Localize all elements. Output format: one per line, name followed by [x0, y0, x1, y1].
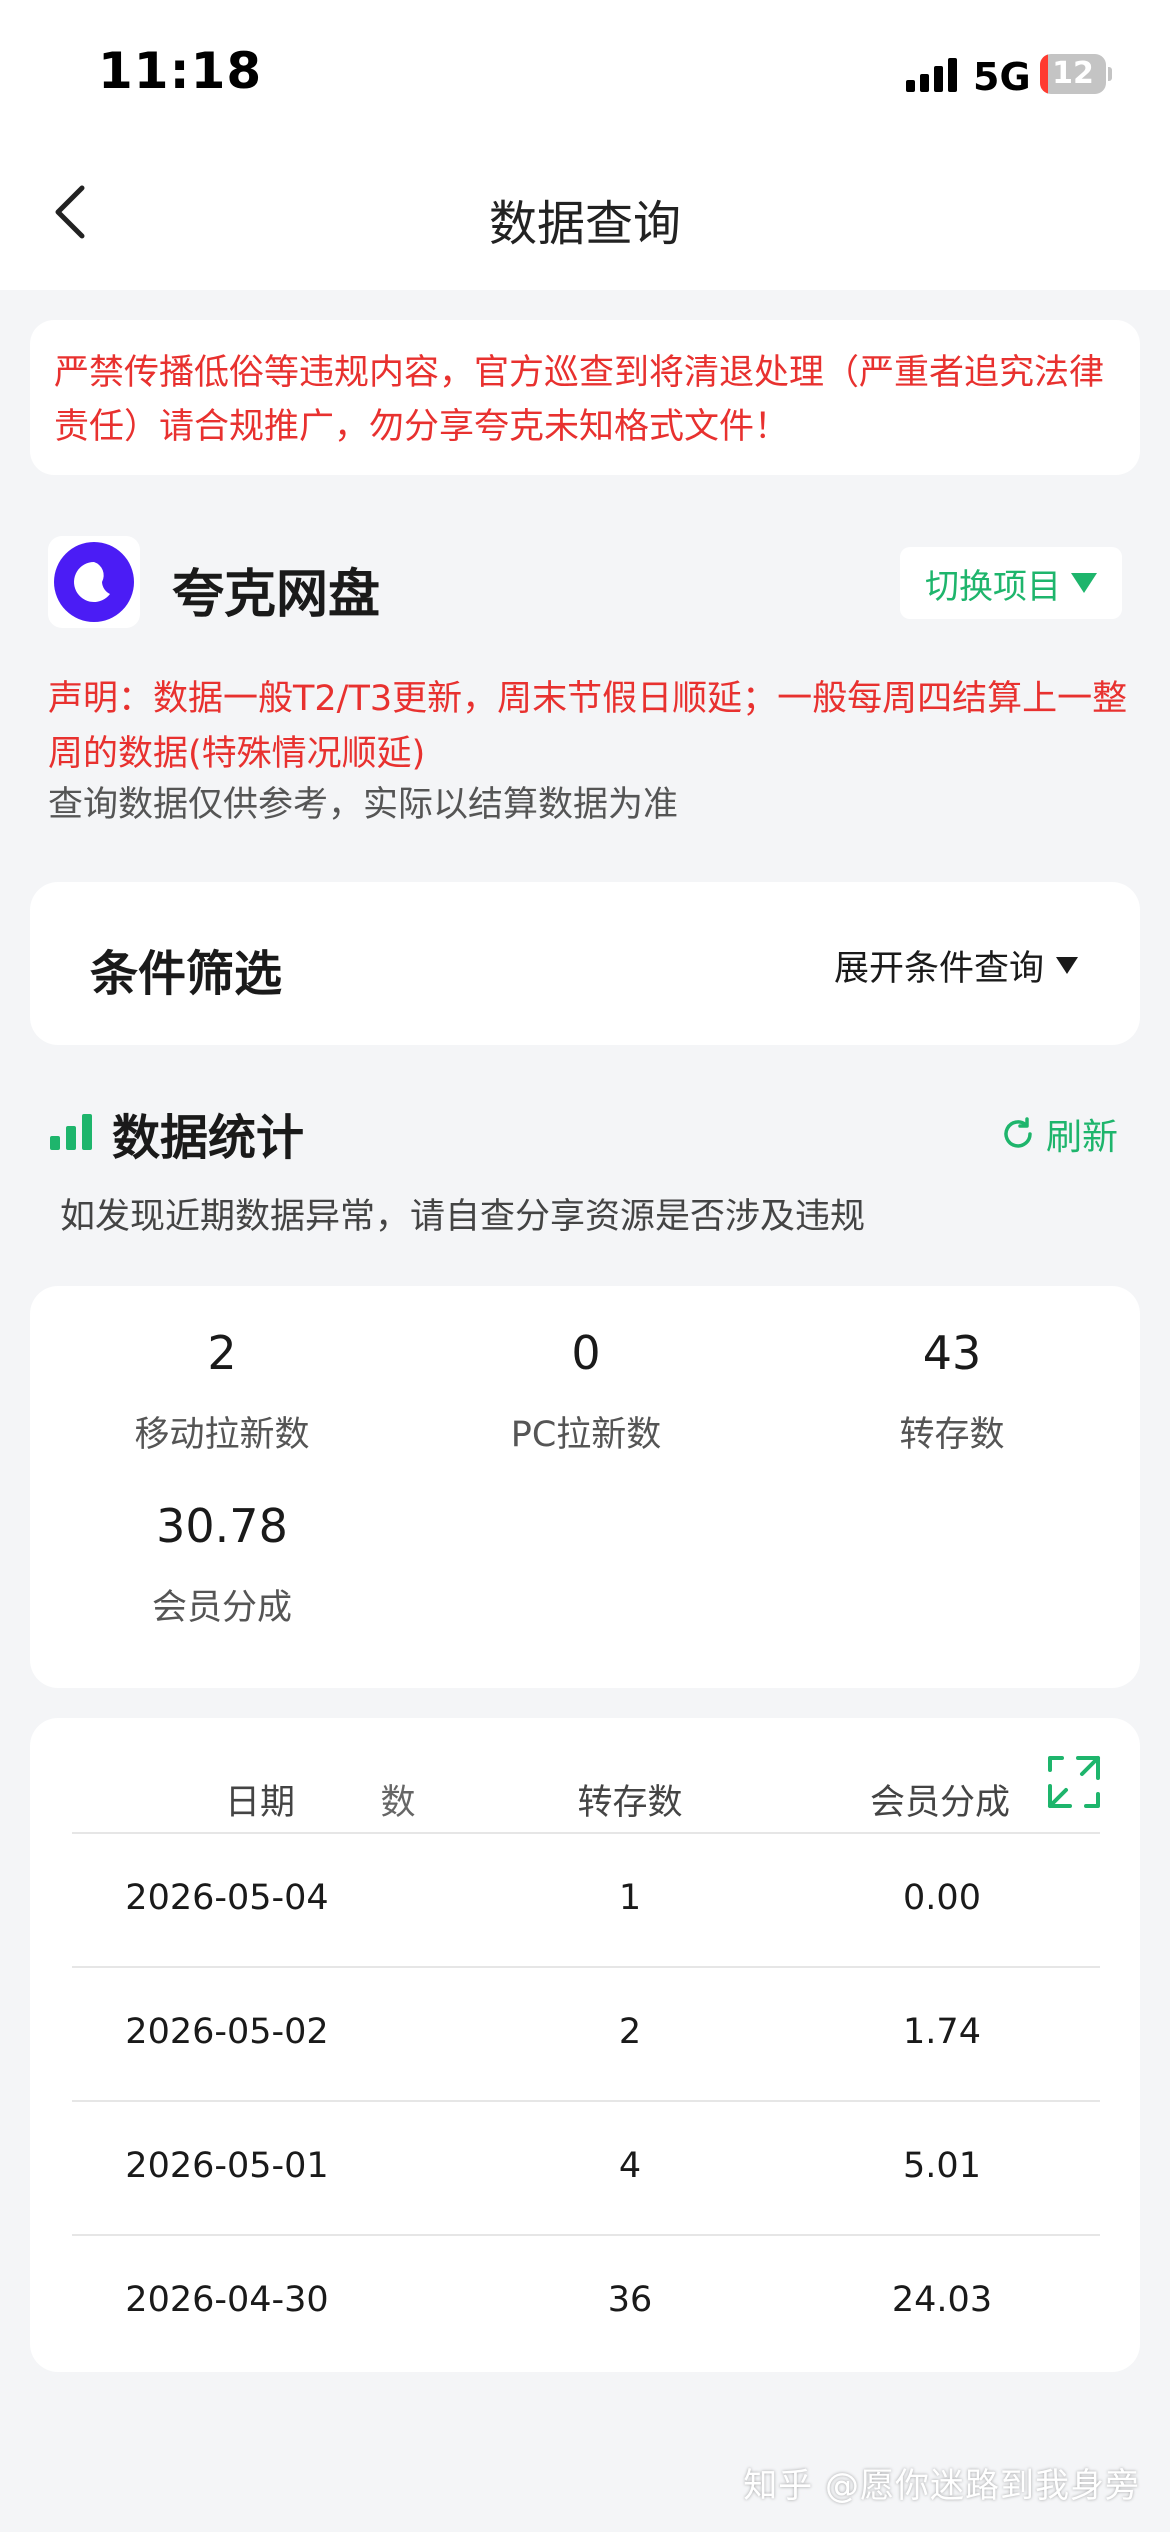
- stats-title: 数据统计: [112, 1110, 305, 1166]
- stat-saves: 43 转存数: [772, 1326, 1132, 1457]
- cell-member-share: 1.74: [903, 2012, 981, 2052]
- refresh-icon: [1004, 1117, 1032, 1148]
- signal-icon: [906, 56, 958, 92]
- expand-icon[interactable]: [1042, 1750, 1106, 1814]
- battery-icon: 12: [1040, 54, 1112, 94]
- table-row[interactable]: 2026-04-30 36 24.03: [72, 2234, 1100, 2368]
- stat-label: 移动拉新数: [134, 1415, 310, 1455]
- switch-project-button[interactable]: 切换项目: [900, 547, 1122, 619]
- stats-card: 2 移动拉新数 0 PC拉新数 43 转存数 30.78 会员分成: [30, 1286, 1140, 1688]
- battery-level: 12: [1052, 56, 1094, 91]
- cell-member-share: 0.00: [903, 1878, 981, 1918]
- table-row[interactable]: 2026-05-02 2 1.74: [72, 1966, 1100, 2100]
- cell-date: 2026-04-30: [125, 2280, 329, 2320]
- stat-value: 0: [571, 1326, 601, 1380]
- triangle-down-icon: [1071, 573, 1097, 593]
- filter-title: 条件筛选: [90, 946, 283, 1002]
- reference-note: 查询数据仅供参考，实际以结算数据为准: [48, 785, 679, 825]
- stat-value: 43: [922, 1326, 982, 1380]
- bar-chart-icon: [50, 1114, 94, 1150]
- column-header-member-share: 会员分成: [869, 1783, 1010, 1823]
- refresh-button[interactable]: 刷新: [1000, 1108, 1118, 1160]
- stat-label: 转存数: [899, 1415, 1005, 1455]
- data-table: 日期 数 转存数 会员分成 2026-05-04 1 0.00 2026-05-…: [30, 1718, 1140, 2372]
- watermark: 知乎 @愿你迷路到我身旁: [743, 2466, 1140, 2506]
- expand-filter-button[interactable]: 展开条件查询: [834, 940, 1078, 991]
- table-row[interactable]: 2026-05-04 1 0.00: [72, 1832, 1100, 1966]
- column-header-saves: 转存数: [577, 1783, 683, 1823]
- page-title: 数据查询: [488, 196, 681, 252]
- cell-date: 2026-05-04: [125, 1878, 329, 1918]
- refresh-label: 刷新: [1046, 1117, 1119, 1158]
- switch-project-label: 切换项目: [925, 566, 1061, 607]
- status-time: 11:18: [98, 42, 263, 100]
- cell-date: 2026-05-02: [125, 2012, 329, 2052]
- triangle-down-icon: [1056, 957, 1078, 974]
- network-label: 5G: [973, 55, 1031, 99]
- cell-saves: 36: [607, 2280, 653, 2320]
- cell-member-share: 24.03: [891, 2280, 993, 2320]
- cell-saves: 2: [618, 2012, 642, 2052]
- stat-label: 会员分成: [151, 1588, 292, 1628]
- stat-value: 30.78: [156, 1499, 288, 1553]
- filter-card: 条件筛选 展开条件查询: [30, 882, 1140, 1045]
- stat-label: PC拉新数: [510, 1415, 662, 1455]
- cell-saves: 4: [618, 2146, 642, 2186]
- app-logo: [48, 536, 140, 628]
- cell-member-share: 5.01: [903, 2146, 981, 2186]
- app-name: 夸克网盘: [172, 565, 381, 625]
- stat-pc-new: 0 PC拉新数: [406, 1326, 766, 1457]
- cell-date: 2026-05-01: [125, 2146, 329, 2186]
- stat-mobile-new: 2 移动拉新数: [42, 1326, 402, 1457]
- expand-filter-label: 展开条件查询: [833, 949, 1044, 989]
- stats-hint: 如发现近期数据异常，请自查分享资源是否涉及违规: [60, 1197, 866, 1237]
- cell-saves: 1: [618, 1878, 642, 1918]
- warning-banner: 严禁传播低俗等违规内容，官方巡查到将清退处理（严重者追究法律责任）请合规推广，勿…: [30, 320, 1140, 475]
- update-statement: 声明：数据一般T2/T3更新，周末节假日顺延；一般每周四结算上一整周的数据(特殊…: [48, 679, 1128, 774]
- column-header-date: 日期: [224, 1783, 295, 1823]
- table-row[interactable]: 2026-05-01 4 5.01: [72, 2100, 1100, 2234]
- stat-value: 2: [207, 1326, 237, 1380]
- column-header-clipped: 数: [380, 1783, 416, 1823]
- stat-member-share: 30.78 会员分成: [42, 1499, 402, 1630]
